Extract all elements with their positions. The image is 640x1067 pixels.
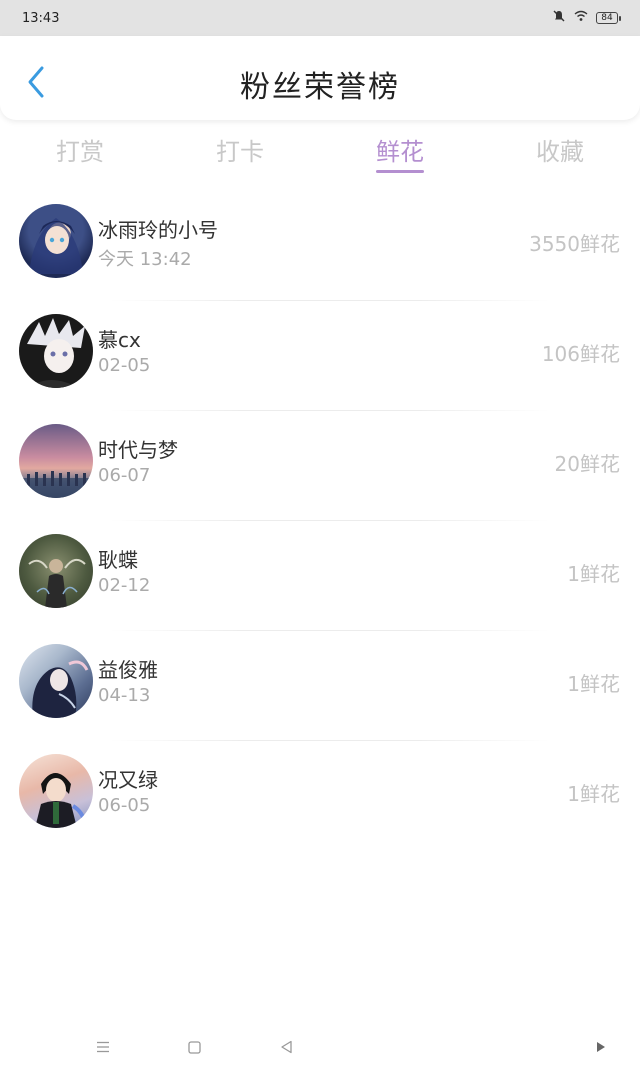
home-button[interactable]	[182, 1035, 206, 1059]
tab-label: 鲜花	[376, 138, 424, 166]
page-title: 粉丝荣誉榜	[240, 70, 400, 105]
fan-date: 04-13	[98, 685, 151, 706]
back-nav-button[interactable]	[274, 1035, 298, 1059]
back-triangle-icon	[280, 1040, 292, 1054]
fan-row[interactable]: 况又绿 06-05 1鲜花	[0, 740, 640, 850]
fan-date: 06-07	[98, 465, 151, 486]
flower-count: 106鲜花	[541, 342, 620, 366]
menu-button[interactable]	[91, 1035, 115, 1059]
flower-count: 1鲜花	[567, 672, 620, 696]
row-divider	[110, 630, 550, 631]
fan-row[interactable]: 冰雨玲的小号 今天 13:42 3550鲜花	[0, 190, 640, 300]
avatar-image	[35, 773, 87, 828]
avatar	[19, 204, 93, 278]
row-divider	[110, 520, 550, 521]
flower-count: 20鲜花	[554, 452, 620, 476]
tab-bar: 打赏 打卡 鲜花 收藏	[0, 120, 640, 180]
avatar-image	[29, 218, 83, 274]
flower-count: 1鲜花	[567, 782, 620, 806]
tab-checkin[interactable]: 打卡	[180, 120, 300, 180]
fan-name: 慕cx	[98, 328, 141, 352]
avatar	[19, 424, 93, 498]
flower-count: 1鲜花	[567, 562, 620, 586]
play-icon	[597, 1042, 605, 1052]
fan-name: 耿蝶	[98, 548, 138, 572]
row-divider	[110, 300, 550, 301]
fan-date: 02-12	[98, 575, 151, 596]
avatar-image	[19, 471, 93, 498]
tab-favorites[interactable]: 收藏	[500, 120, 620, 180]
status-time: 13:43	[22, 10, 60, 26]
tab-flowers[interactable]: 鲜花	[340, 120, 460, 180]
fan-name: 况又绿	[98, 768, 158, 792]
tab-label: 收藏	[536, 138, 584, 166]
fan-row[interactable]: 时代与梦 06-07 20鲜花	[0, 410, 640, 520]
avatar-image	[32, 660, 89, 718]
fan-name: 时代与梦	[98, 438, 178, 462]
battery-icon: 84	[596, 12, 621, 24]
fan-row[interactable]: 益俊雅 04-13 1鲜花	[0, 630, 640, 740]
mute-icon	[552, 9, 566, 27]
fan-date: 06-05	[98, 795, 151, 816]
fan-row[interactable]: 耿蝶 02-12 1鲜花	[0, 520, 640, 630]
status-icons: 84	[552, 9, 621, 27]
tab-active-indicator	[376, 170, 424, 173]
avatar	[19, 314, 93, 388]
tab-label: 打赏	[56, 138, 104, 166]
avatar-image	[27, 318, 85, 388]
avatar	[19, 644, 93, 718]
play-button[interactable]	[589, 1035, 613, 1059]
header: 粉丝荣誉榜	[0, 36, 640, 120]
avatar	[19, 754, 93, 828]
fan-list: 冰雨玲的小号 今天 13:42 3550鲜花 慕cx 02-05 106鲜花 时…	[0, 190, 640, 850]
flower-count: 3550鲜花	[529, 232, 620, 256]
fan-name: 益俊雅	[98, 658, 158, 682]
fan-date: 02-05	[98, 355, 151, 376]
system-nav-bar	[0, 1025, 640, 1067]
tab-reward[interactable]: 打赏	[20, 120, 140, 180]
tab-label: 打卡	[216, 138, 264, 166]
wifi-icon	[574, 10, 588, 26]
fan-date: 今天 13:42	[98, 249, 192, 270]
row-divider	[110, 740, 550, 741]
status-bar: 13:43 84	[0, 0, 640, 36]
avatar	[19, 534, 93, 608]
fan-name: 冰雨玲的小号	[98, 218, 218, 242]
menu-icon	[97, 1041, 109, 1053]
row-divider	[110, 410, 550, 411]
home-square-icon	[187, 1040, 201, 1054]
avatar-image	[28, 558, 86, 608]
fan-row[interactable]: 慕cx 02-05 106鲜花	[0, 300, 640, 410]
